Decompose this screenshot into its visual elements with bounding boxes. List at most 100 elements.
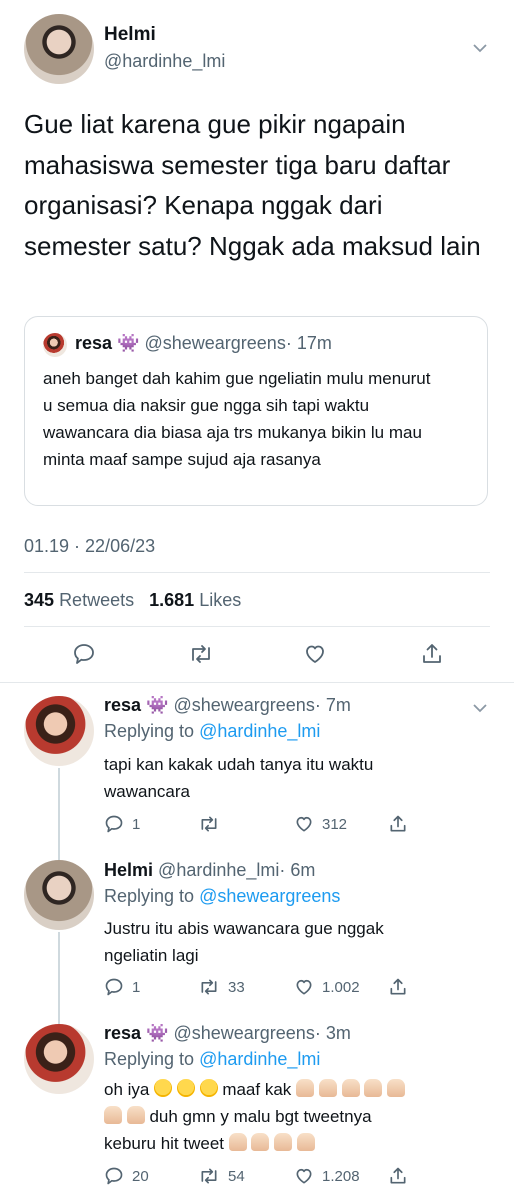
reply-button[interactable]: 20	[104, 1166, 149, 1186]
replying-to-prefix: Replying to	[104, 886, 195, 906]
tweet-stats: 345 Retweets 1.681 Likes	[24, 590, 241, 611]
folded-hands-emoji-icon	[104, 1106, 122, 1124]
retweet-icon	[201, 1168, 217, 1184]
tweet-text: Gue liat karena gue pikir ngapain mahasi…	[24, 109, 481, 261]
divider	[0, 682, 514, 683]
share-icon	[390, 1167, 406, 1184]
share-icon	[423, 644, 441, 663]
author-name[interactable]: Helmi	[104, 24, 156, 46]
reply-time: · 6m	[279, 860, 316, 880]
quoted-author-name: resa 👾	[75, 333, 140, 353]
replying-to-link[interactable]: @hardinhe_lmi	[199, 721, 320, 741]
retweet-button[interactable]: 54	[198, 1166, 245, 1186]
reply-author-name[interactable]: Helmi	[104, 860, 153, 880]
retweet-button[interactable]	[198, 814, 228, 834]
sweat-smile-emoji-icon	[176, 1079, 195, 1097]
likes-link[interactable]: 1.681 Likes	[149, 590, 241, 610]
reply-button[interactable]: 1	[104, 977, 140, 997]
reply-time: · 3m	[314, 1023, 351, 1043]
retweet-button[interactable]: 33	[198, 977, 245, 997]
like-button[interactable]	[303, 642, 327, 666]
retweet-icon	[201, 979, 217, 995]
retweet-count: 54	[228, 1167, 245, 1185]
reply-text-line: oh iya	[104, 1080, 150, 1099]
heart-icon	[296, 1168, 312, 1184]
reply-author-handle[interactable]: @hardinhe_lmi	[158, 860, 279, 880]
divider	[24, 626, 490, 627]
retweets-count: 345	[24, 590, 55, 610]
reply-button[interactable]: 1	[104, 814, 140, 834]
author-avatar[interactable]	[24, 14, 94, 84]
heart-icon	[296, 816, 312, 832]
folded-hands-emoji-icon	[364, 1079, 383, 1097]
share-button[interactable]	[420, 642, 444, 666]
like-count: 312	[322, 815, 348, 833]
reply-tweet[interactable]: resa 👾 @sheweargreens· 7m Replying to @h…	[0, 690, 514, 840]
folded-hands-emoji-icon	[126, 1106, 145, 1124]
reply-text-line: maaf kak	[222, 1080, 292, 1099]
folded-hands-emoji-icon	[228, 1133, 247, 1151]
quoted-tweet[interactable]: resa 👾 @sheweargreens· 17m aneh banget d…	[24, 316, 488, 506]
divider	[24, 572, 490, 573]
reply-author-handle[interactable]: @sheweargreens	[173, 695, 314, 715]
like-button[interactable]: 1.002	[294, 977, 360, 997]
like-button[interactable]: 1.208	[294, 1166, 360, 1186]
chevron-down-icon[interactable]	[470, 698, 490, 718]
tweet-timestamp: 01.19 · 22/06/23	[24, 536, 156, 556]
reply-count: 20	[132, 1167, 149, 1185]
quoted-time: · 17m	[285, 333, 332, 353]
reply-text-line: duh gmn y malu bgt tweetnya	[149, 1107, 372, 1126]
reply-icon	[105, 815, 123, 833]
heart-icon	[296, 979, 312, 995]
quoted-text: aneh banget dah kahim gue ngeliatin mulu…	[43, 369, 431, 469]
retweet-icon	[201, 816, 217, 832]
retweets-link[interactable]: 345 Retweets	[24, 590, 139, 610]
chevron-down-icon[interactable]	[470, 38, 490, 58]
like-count: 1.002	[322, 978, 360, 996]
likes-label: Likes	[199, 590, 242, 610]
replying-to-link[interactable]: @sheweargreens	[199, 886, 340, 906]
share-button[interactable]	[388, 977, 408, 997]
quoted-author-handle: @sheweargreens	[144, 333, 286, 353]
replying-to-prefix: Replying to	[104, 721, 195, 741]
reply-tweet[interactable]: resa 👾 @sheweargreens· 3m Replying to @h…	[0, 1018, 514, 1200]
reply-avatar[interactable]	[24, 696, 94, 766]
folded-hands-emoji-icon	[341, 1079, 360, 1097]
reply-author-name[interactable]: resa 👾	[104, 695, 168, 715]
sweat-smile-emoji-icon	[199, 1079, 218, 1097]
retweets-label: Retweets	[59, 590, 135, 610]
quoted-avatar	[43, 333, 67, 357]
reply-count: 1	[132, 978, 141, 996]
reply-avatar[interactable]	[24, 1024, 94, 1094]
share-icon	[390, 978, 406, 995]
reply-icon	[105, 1167, 123, 1185]
reply-tweet[interactable]: Helmi @hardinhe_lmi· 6m Replying to @she…	[0, 855, 514, 1005]
retweet-icon	[192, 645, 210, 663]
reply-text: tapi kan kakak udah tanya itu waktu wawa…	[104, 755, 374, 801]
replying-to-prefix: Replying to	[104, 1049, 195, 1069]
folded-hands-emoji-icon	[318, 1079, 337, 1097]
reply-text-line: keburu hit tweet	[104, 1134, 225, 1153]
reply-icon	[74, 644, 94, 664]
reply-author-handle[interactable]: @sheweargreens	[173, 1023, 314, 1043]
folded-hands-emoji-icon	[251, 1133, 270, 1151]
folded-hands-emoji-icon	[296, 1079, 315, 1097]
replying-to-link[interactable]: @hardinhe_lmi	[199, 1049, 320, 1069]
retweet-button[interactable]	[188, 642, 214, 666]
like-button[interactable]: 312	[294, 814, 347, 834]
reply-icon	[105, 978, 123, 996]
reply-avatar[interactable]	[24, 860, 94, 930]
reply-count: 1	[132, 815, 141, 833]
share-button[interactable]	[388, 1166, 408, 1186]
reply-text: oh iya maaf kak duh gmn y malu bgt tweet…	[104, 1076, 494, 1157]
sweat-smile-emoji-icon	[154, 1079, 173, 1097]
heart-icon	[306, 645, 324, 663]
reply-time: · 7m	[314, 695, 351, 715]
reply-text: Justru itu abis wawancara gue nggak ngel…	[104, 919, 384, 965]
author-handle[interactable]: @hardinhe_lmi	[104, 51, 225, 72]
retweet-count: 33	[228, 978, 245, 996]
share-button[interactable]	[388, 814, 408, 834]
reply-author-name[interactable]: resa 👾	[104, 1023, 168, 1043]
folded-hands-emoji-icon	[386, 1079, 405, 1097]
reply-button[interactable]	[72, 642, 96, 666]
